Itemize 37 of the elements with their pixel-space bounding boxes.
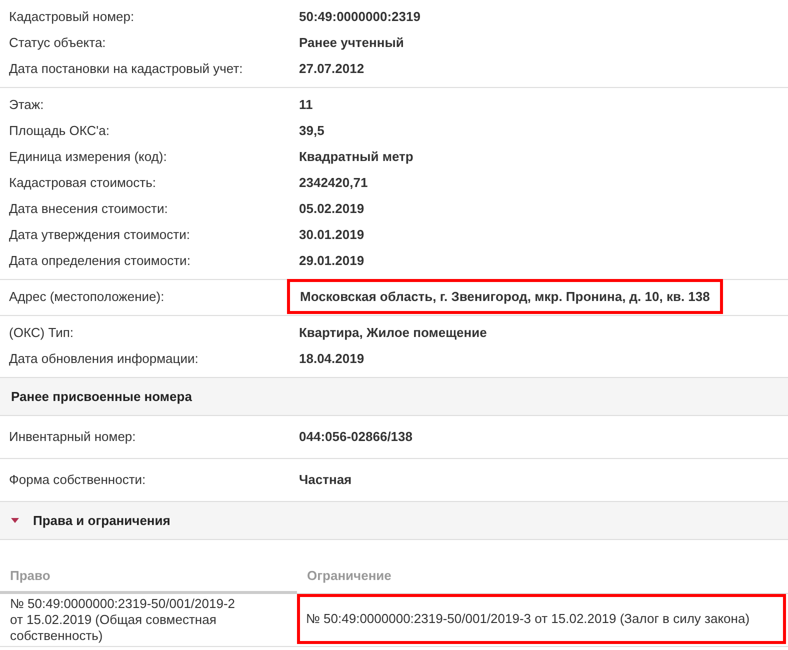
column-header: Право bbox=[10, 568, 50, 583]
field-label: Адрес (местоположение): bbox=[8, 288, 166, 304]
field-value: 18.04.2019 bbox=[299, 350, 364, 366]
table-cell-text: № 50:49:0000000:2319-50/001/2019-2 от 15.02.2019 (Общая совместная собственность) bbox=[10, 596, 236, 644]
field-value: 30.01.2019 bbox=[299, 226, 364, 242]
field-value: 50:49:0000000:2319 bbox=[299, 8, 420, 24]
field-label: Дата обновления информации: bbox=[8, 350, 200, 366]
field-value: Московская область, г. Звенигород, мкр. Пронина, д. 10, кв. 138 bbox=[287, 278, 723, 314]
field-value: 11 bbox=[299, 96, 313, 112]
field-value: 2342420,71 bbox=[299, 174, 368, 190]
field-label: Форма собственности: bbox=[8, 472, 147, 486]
field-value: Квадратный метр bbox=[299, 148, 414, 164]
field-label: Площадь ОКС'а: bbox=[8, 122, 110, 138]
field-label: Кадастровый номер: bbox=[8, 8, 136, 24]
field-value: 27.07.2012 bbox=[299, 60, 364, 76]
section-title[interactable]: Права и ограничения bbox=[33, 513, 170, 528]
field-label: Статус объекта: bbox=[8, 34, 107, 50]
field-value: Частная bbox=[299, 472, 352, 486]
field-label: Дата постановки на кадастровый учет: bbox=[8, 60, 244, 76]
field-label: Дата внесения стоимости: bbox=[8, 200, 169, 216]
field-value: 29.01.2019 bbox=[299, 252, 364, 268]
field-label: Дата утверждения стоимости: bbox=[8, 226, 191, 242]
field-value: Квартира, Жилое помещение bbox=[299, 324, 487, 340]
section-title: Ранее присвоенные номера bbox=[11, 389, 192, 404]
field-label: Этаж: bbox=[8, 96, 45, 112]
column-header: Ограничение bbox=[307, 568, 392, 583]
field-value: 05.02.2019 bbox=[299, 200, 364, 216]
field-label: Инвентарный номер: bbox=[8, 428, 137, 444]
field-value: Ранее учтенный bbox=[299, 34, 404, 50]
field-label: Кадастровая стоимость: bbox=[8, 174, 157, 190]
table-cell: № 50:49:0000000:2319-50/001/2019-3 от 15.02.2019 (Залог в силу закона) bbox=[297, 594, 786, 644]
field-label: Дата определения стоимости: bbox=[8, 252, 192, 268]
field-value: 044:056-02866/138 bbox=[299, 428, 412, 444]
field-value: 39,5 bbox=[299, 122, 324, 138]
triangle-icon[interactable] bbox=[11, 518, 19, 523]
field-label: (ОКС) Тип: bbox=[8, 324, 74, 340]
field-label: Единица измерения (код): bbox=[8, 148, 168, 164]
